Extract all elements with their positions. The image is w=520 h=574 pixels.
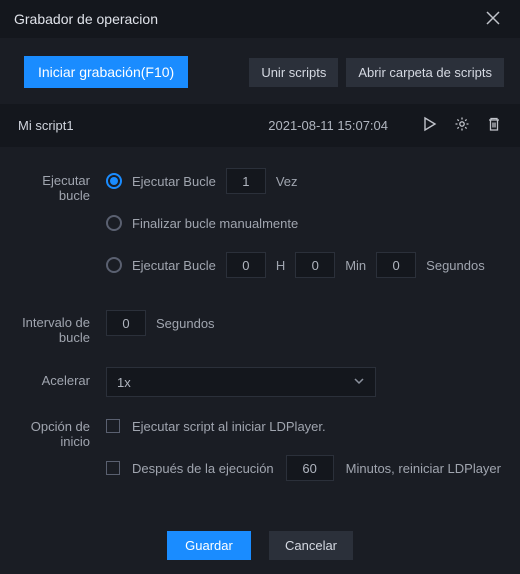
loop-seconds-input[interactable] [376, 252, 416, 278]
loop-h-unit: H [276, 258, 285, 273]
script-row-actions [422, 116, 502, 135]
loop-manual-label: Finalizar bucle manualmente [132, 216, 298, 231]
startup-restart-suffix: Minutos, reiniciar LDPlayer [346, 461, 501, 476]
loop-option-manual[interactable]: Finalizar bucle manualmente [106, 209, 502, 237]
merge-scripts-button[interactable]: Unir scripts [249, 58, 338, 87]
save-button[interactable]: Guardar [167, 531, 251, 560]
top-actions: Iniciar grabación(F10) Unir scripts Abri… [0, 38, 520, 104]
loop-times-prefix: Ejecutar Bucle [132, 174, 216, 189]
close-icon[interactable] [480, 5, 506, 34]
startup-label: Opción de inicio [10, 413, 106, 449]
dialog-buttons: Guardar Cancelar [0, 523, 520, 574]
script-date: 2021-08-11 15:07:04 [268, 118, 388, 133]
accelerate-value: 1x [117, 375, 131, 390]
script-list-item[interactable]: Mi script1 2021-08-11 15:07:04 [0, 104, 520, 147]
loop-s-unit: Segundos [426, 258, 485, 273]
radio-icon[interactable] [106, 173, 122, 189]
gear-icon[interactable] [454, 116, 470, 135]
checkbox-icon[interactable] [106, 461, 120, 475]
interval-label: Intervalo de bucle [10, 309, 106, 345]
interval-setting: Intervalo de bucle Segundos [10, 309, 502, 351]
start-recording-button[interactable]: Iniciar grabación(F10) [24, 56, 188, 88]
loop-times-suffix: Vez [276, 174, 298, 189]
loop-minutes-input[interactable] [295, 252, 335, 278]
loop-label: Ejecutar bucle [10, 167, 106, 203]
startup-restart-prefix: Después de la ejecución [132, 461, 274, 476]
startup-run-on-start[interactable]: Ejecutar script al iniciar LDPlayer. [106, 413, 502, 439]
checkbox-icon[interactable] [106, 419, 120, 433]
interval-input[interactable] [106, 310, 146, 336]
loop-option-times[interactable]: Ejecutar Bucle Vez [106, 167, 502, 195]
trash-icon[interactable] [486, 116, 502, 135]
loop-m-unit: Min [345, 258, 366, 273]
loop-times-input[interactable] [226, 168, 266, 194]
play-icon[interactable] [422, 116, 438, 135]
loop-duration-prefix: Ejecutar Bucle [132, 258, 216, 273]
accelerate-label: Acelerar [10, 367, 106, 388]
accelerate-select[interactable]: 1x [106, 367, 376, 397]
startup-restart-minutes-input[interactable] [286, 455, 334, 481]
radio-icon[interactable] [106, 215, 122, 231]
chevron-down-icon [353, 375, 365, 390]
startup-run-label: Ejecutar script al iniciar LDPlayer. [132, 419, 326, 434]
settings-panel: Ejecutar bucle Ejecutar Bucle Vez Finali… [0, 147, 520, 523]
open-scripts-folder-button[interactable]: Abrir carpeta de scripts [346, 58, 504, 87]
window-title: Grabador de operacion [14, 11, 158, 27]
loop-hours-input[interactable] [226, 252, 266, 278]
cancel-button[interactable]: Cancelar [269, 531, 353, 560]
accelerate-setting: Acelerar 1x [10, 367, 502, 397]
interval-unit: Segundos [156, 316, 215, 331]
loop-setting: Ejecutar bucle Ejecutar Bucle Vez Finali… [10, 167, 502, 293]
titlebar: Grabador de operacion [0, 0, 520, 38]
script-name: Mi script1 [18, 118, 168, 133]
startup-restart-after[interactable]: Después de la ejecución Minutos, reinici… [106, 455, 502, 481]
startup-setting: Opción de inicio Ejecutar script al inic… [10, 413, 502, 497]
loop-option-duration[interactable]: Ejecutar Bucle H Min Segundos [106, 251, 502, 279]
radio-icon[interactable] [106, 257, 122, 273]
